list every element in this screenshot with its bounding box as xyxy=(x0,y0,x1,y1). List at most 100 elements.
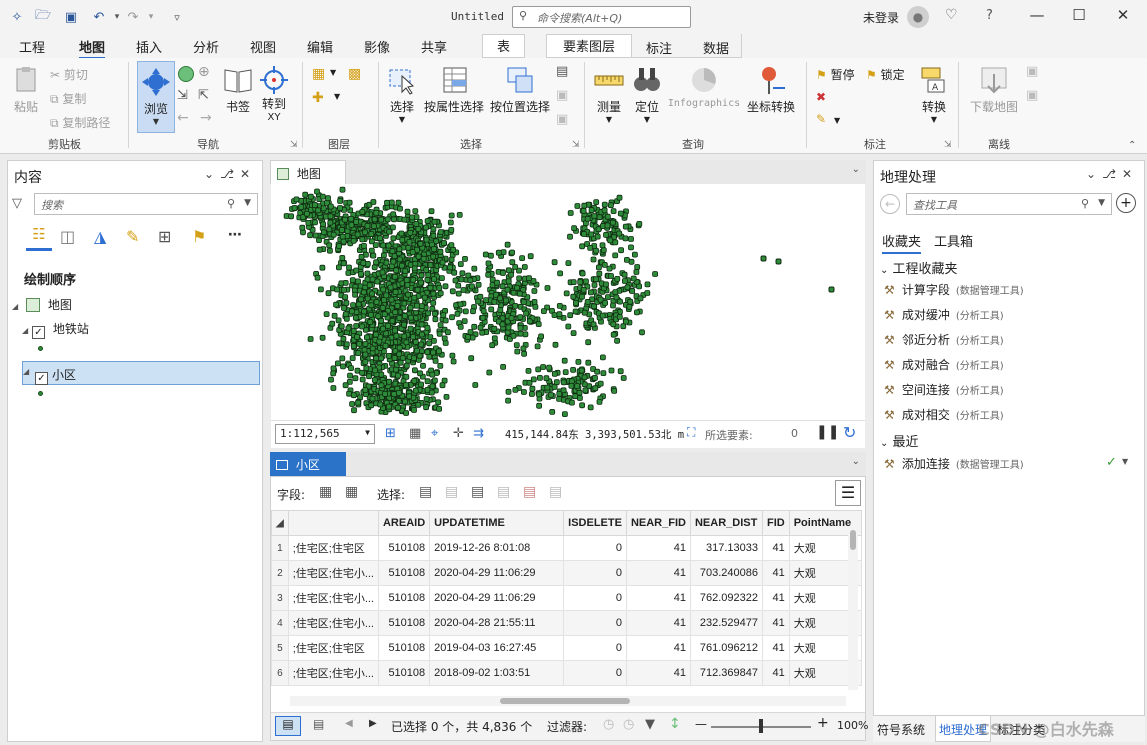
residential-point-feature[interactable] xyxy=(426,340,433,347)
residential-point-feature[interactable] xyxy=(432,310,438,317)
residential-point-feature[interactable] xyxy=(425,310,432,317)
constraints-icon[interactable]: ✛ xyxy=(453,426,464,441)
residential-point-feature[interactable] xyxy=(535,366,542,373)
residential-point-feature[interactable] xyxy=(561,411,568,418)
residential-point-feature[interactable] xyxy=(342,311,349,318)
residential-point-feature[interactable] xyxy=(523,310,530,317)
recent-tool-item[interactable]: ⚒ 添加连接 (数据管理工具) xyxy=(884,455,1024,472)
residential-point-feature[interactable] xyxy=(617,210,624,217)
remove-offline-icon[interactable]: ▣ xyxy=(1026,88,1038,103)
chevron-down-icon[interactable]: ▼ xyxy=(330,68,336,77)
residential-point-feature[interactable] xyxy=(330,385,337,391)
residential-point-feature[interactable] xyxy=(392,309,399,316)
residential-point-feature[interactable] xyxy=(630,275,637,282)
residential-point-feature[interactable] xyxy=(429,383,436,390)
residential-point-feature[interactable] xyxy=(628,236,634,242)
residential-point-feature[interactable] xyxy=(350,392,357,399)
residential-point-feature[interactable] xyxy=(574,383,581,390)
tab-table[interactable]: 表 xyxy=(482,34,526,58)
residential-point-feature[interactable] xyxy=(623,257,630,263)
tab-list-chevron-icon[interactable]: ⌄ xyxy=(852,164,860,175)
tab-list-chevron-icon[interactable]: ⌄ xyxy=(852,456,860,467)
layer-visibility-checkbox[interactable]: ✓ xyxy=(35,372,48,385)
residential-point-feature[interactable] xyxy=(459,270,466,277)
scale-dropdown[interactable]: 1:112,565 ▼ xyxy=(275,424,375,444)
residential-point-feature[interactable] xyxy=(381,311,388,318)
residential-point-feature[interactable] xyxy=(386,228,392,235)
residential-point-feature[interactable] xyxy=(360,260,367,266)
residential-point-feature[interactable] xyxy=(531,288,538,294)
residential-point-feature[interactable] xyxy=(391,216,397,223)
row-number[interactable]: 6 xyxy=(271,660,289,686)
residential-point-feature[interactable] xyxy=(613,294,620,301)
residential-point-feature[interactable] xyxy=(387,284,394,291)
convert-labels-button[interactable]: A 转换 ▼ xyxy=(916,64,952,124)
recent-group[interactable]: ⌄ 最近 xyxy=(880,431,919,450)
residential-point-feature[interactable] xyxy=(378,355,385,362)
residential-point-feature[interactable] xyxy=(421,294,428,301)
residential-point-feature[interactable] xyxy=(350,343,357,349)
residential-point-feature[interactable] xyxy=(405,291,412,298)
residential-point-feature[interactable] xyxy=(431,377,438,384)
column-header[interactable]: NEAR_DIST xyxy=(689,510,763,536)
notifications-bell-icon[interactable]: ♡ xyxy=(945,7,958,23)
residential-point-feature[interactable] xyxy=(652,271,659,277)
residential-point-feature[interactable] xyxy=(407,229,414,236)
residential-point-feature[interactable] xyxy=(576,395,583,401)
residential-point-feature[interactable] xyxy=(599,354,606,361)
residential-point-feature[interactable] xyxy=(411,294,418,301)
residential-point-feature[interactable] xyxy=(505,278,512,285)
residential-point-feature[interactable] xyxy=(627,298,634,305)
residential-point-feature[interactable] xyxy=(628,244,634,251)
residential-point-feature[interactable] xyxy=(457,261,464,267)
zoom-to-selection-icon[interactable]: ▣ xyxy=(556,112,568,127)
residential-point-feature[interactable] xyxy=(448,256,455,263)
table-cell[interactable]: 2020-04-29 11:06:29 xyxy=(429,560,565,586)
list-by-snapping-icon[interactable]: ⊞ xyxy=(158,227,171,246)
add-data-icon[interactable]: ▦ xyxy=(312,66,325,82)
residential-point-feature[interactable] xyxy=(337,198,343,204)
residential-point-feature[interactable] xyxy=(402,398,408,405)
table-cell[interactable]: 41 xyxy=(625,585,691,611)
more-options-icon[interactable]: ⋯ xyxy=(228,227,242,243)
tool-item[interactable]: ⚒ 邻近分析 (分析工具) xyxy=(884,331,1004,348)
residential-point-feature[interactable] xyxy=(590,256,597,263)
list-by-selection-icon[interactable]: ◮ xyxy=(94,227,106,246)
residential-point-feature[interactable] xyxy=(562,369,569,376)
zoom-in-icon[interactable]: + xyxy=(817,715,829,731)
residential-point-feature[interactable] xyxy=(494,279,500,286)
residential-point-feature[interactable] xyxy=(370,252,377,259)
residential-point-feature[interactable] xyxy=(608,367,615,374)
table-cell[interactable]: 510108 xyxy=(377,535,431,561)
table-row[interactable]: 3 ;住宅区;住宅小... 510108 2020-04-29 11:06:29… xyxy=(271,585,862,611)
residential-point-feature[interactable] xyxy=(362,341,369,347)
cut-button[interactable]: ✂ 剪切 xyxy=(50,66,88,83)
residential-point-feature[interactable] xyxy=(392,289,399,295)
residential-point-feature[interactable] xyxy=(384,199,390,206)
residential-point-feature[interactable] xyxy=(477,293,484,300)
residential-point-feature[interactable] xyxy=(497,307,504,313)
explore-button[interactable]: 浏览 ▼ xyxy=(137,61,175,133)
residential-point-feature[interactable] xyxy=(622,318,629,325)
residential-point-feature[interactable] xyxy=(510,332,517,339)
residential-point-feature[interactable] xyxy=(321,229,327,236)
residential-point-feature[interactable] xyxy=(367,319,374,325)
list-by-editing-icon[interactable]: ✎ xyxy=(126,227,139,246)
delete-selection-icon[interactable]: ▤ xyxy=(523,484,536,500)
residential-point-feature[interactable] xyxy=(572,300,579,306)
residential-point-feature[interactable] xyxy=(396,389,402,396)
residential-point-feature[interactable] xyxy=(590,321,597,328)
snapping-icon[interactable]: ⌖ xyxy=(431,426,438,441)
residential-point-feature[interactable] xyxy=(609,219,616,226)
residential-point-feature[interactable] xyxy=(302,191,309,198)
residential-point-feature[interactable] xyxy=(449,314,455,321)
residential-point-feature[interactable] xyxy=(600,370,607,377)
table-cell[interactable]: 41 xyxy=(761,535,790,561)
residential-point-feature[interactable] xyxy=(378,317,385,324)
residential-point-feature[interactable] xyxy=(571,225,578,232)
find-tools-input[interactable]: 查找工具 ⚲ ▼ xyxy=(906,193,1112,215)
residential-point-feature[interactable] xyxy=(401,333,408,340)
residential-point-feature[interactable] xyxy=(389,317,396,324)
residential-point-feature[interactable] xyxy=(508,315,515,322)
residential-point-feature[interactable] xyxy=(582,387,589,394)
